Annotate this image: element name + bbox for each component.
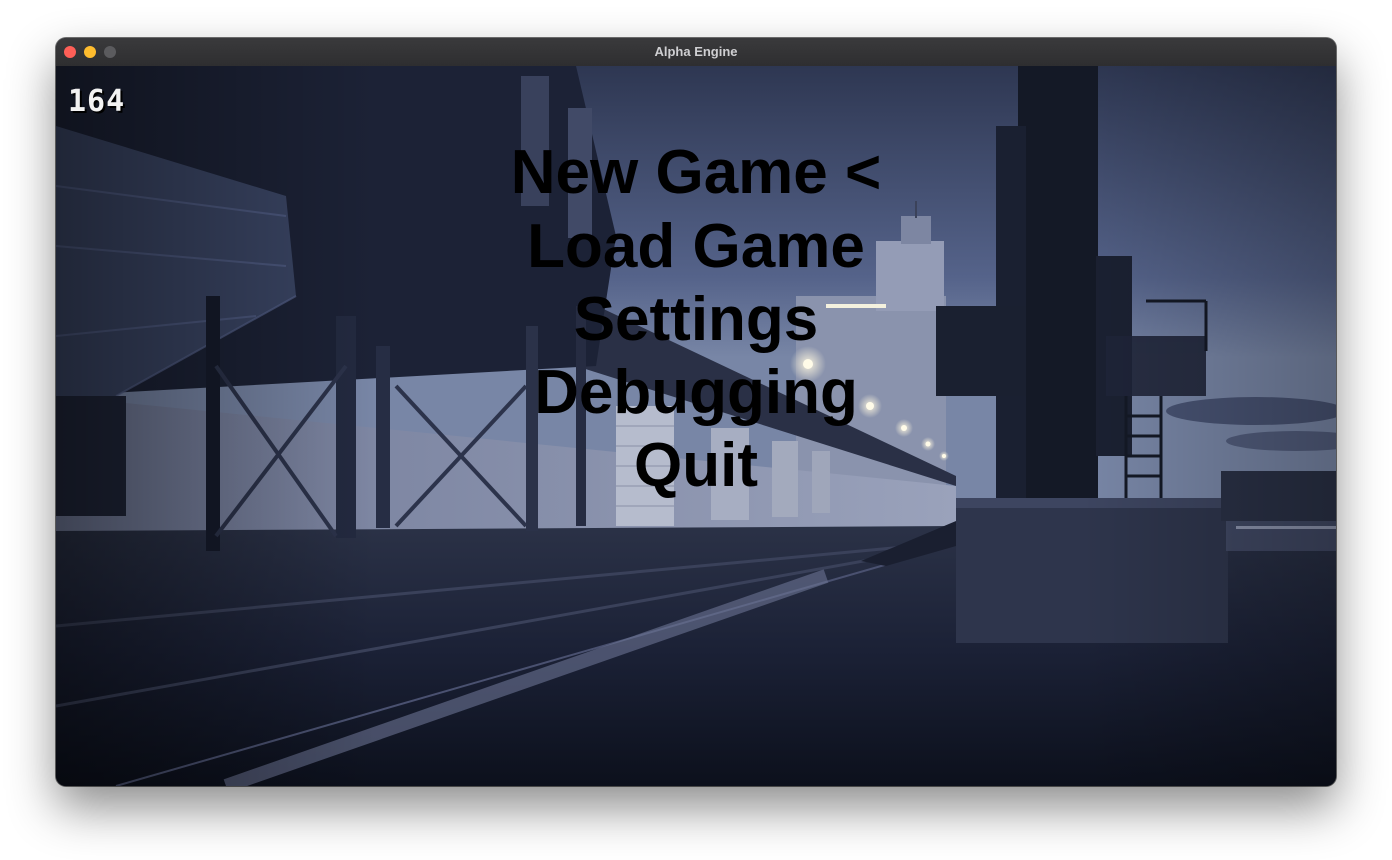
game-viewport[interactable]: 164 New Game < Load Game Settings Debugg… — [56, 66, 1336, 786]
menu-item-quit[interactable]: Quit — [634, 435, 758, 497]
menu-item-load-game[interactable]: Load Game — [527, 216, 865, 278]
menu-item-settings[interactable]: Settings — [574, 289, 819, 351]
title-bar[interactable]: Alpha Engine — [56, 38, 1336, 67]
menu-item-new-game[interactable]: New Game < — [511, 142, 881, 204]
game-window: Alpha Engine 164 New Game < Load Game Se… — [56, 38, 1336, 786]
main-menu: New Game < Load Game Settings Debugging … — [56, 66, 1336, 786]
menu-item-debugging[interactable]: Debugging — [534, 362, 858, 424]
window-title: Alpha Engine — [654, 44, 738, 59]
